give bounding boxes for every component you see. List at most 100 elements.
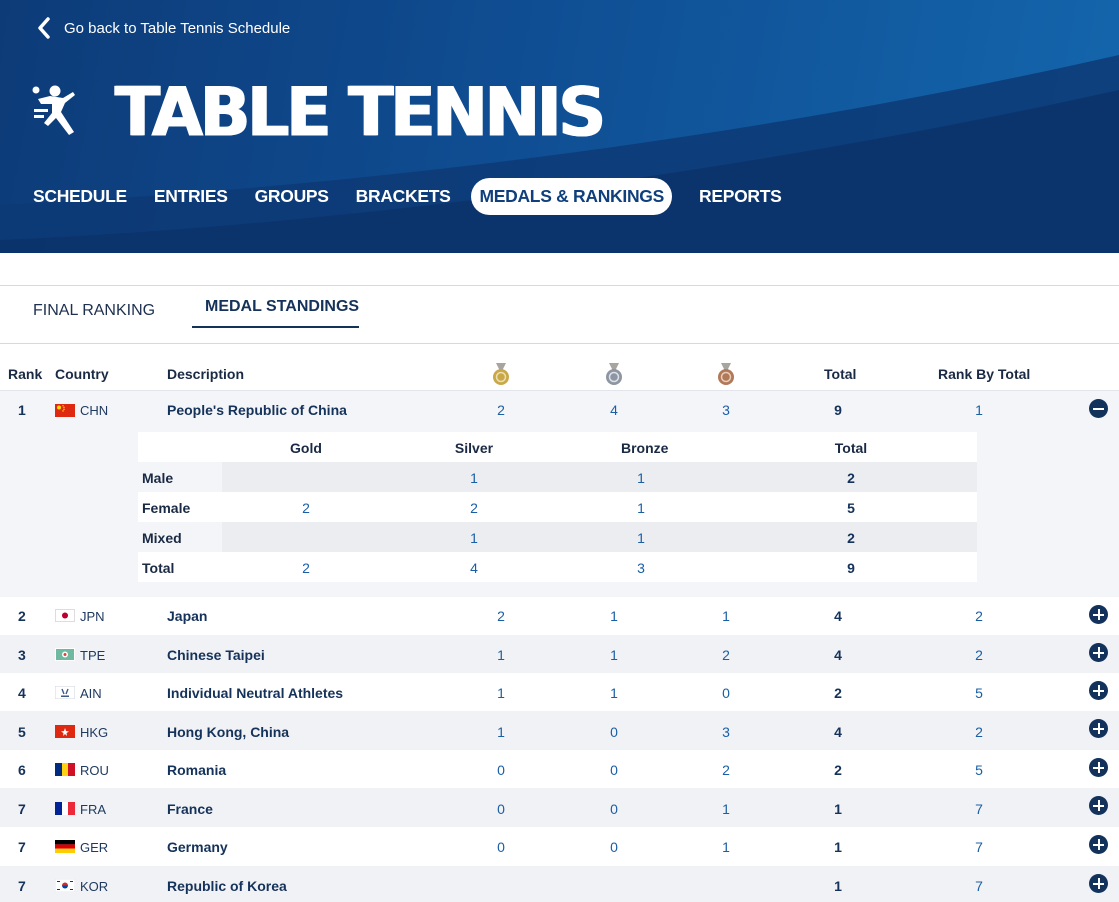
- row-rank-by-total: 7: [975, 801, 983, 817]
- table-row[interactable]: 7 FRA France 0 0 1 1 7: [0, 788, 1119, 827]
- breakdown-label: Male: [142, 470, 174, 486]
- expand-row-icon[interactable]: [1089, 835, 1108, 854]
- table-row[interactable]: 4 AIN Individual Neutral Athletes 1 1 0 …: [0, 673, 1119, 711]
- divider: [0, 285, 1119, 286]
- row-silver: 0: [610, 762, 618, 778]
- tab-medal-standings[interactable]: MEDAL STANDINGS: [205, 298, 359, 322]
- china-flag-icon: [55, 404, 75, 417]
- row-gold: 2: [497, 402, 505, 418]
- expand-row-icon[interactable]: [1089, 874, 1108, 893]
- expand-row-icon[interactable]: [1089, 605, 1108, 624]
- table-row[interactable]: 1 CHN People's Republic of China 2 4 3 9…: [0, 391, 1119, 429]
- row-total: 1: [834, 878, 842, 894]
- silver-medal-icon[interactable]: [604, 362, 624, 386]
- breakdown-bronze: 1: [637, 470, 645, 486]
- breakdown-header-row: Gold Silver Bronze Total: [138, 432, 977, 462]
- row-silver: 1: [610, 647, 618, 663]
- expand-row-icon[interactable]: [1089, 719, 1108, 738]
- row-total: 4: [834, 724, 842, 740]
- row-rank-by-total: 7: [975, 878, 983, 894]
- breakdown-total: 9: [847, 560, 855, 576]
- breakdown-total-row: Total 2 4 3 9: [138, 552, 977, 582]
- nav-medals-rankings[interactable]: MEDALS & RANKINGS: [471, 178, 672, 215]
- row-rank-by-total: 2: [975, 647, 983, 663]
- header-rank[interactable]: Rank: [8, 366, 42, 382]
- expand-row-icon[interactable]: [1089, 758, 1108, 777]
- sport-header: Go back to Table Tennis Schedule TABLE T…: [0, 0, 1119, 253]
- breakdown-label: Total: [142, 560, 175, 576]
- ain-flag-icon: [55, 686, 75, 699]
- medal-breakdown-table: Gold Silver Bronze Total Male 1 1 2 Fema…: [138, 432, 977, 584]
- header-rank-by-total[interactable]: Rank By Total: [938, 366, 1030, 382]
- row-description: Japan: [167, 608, 208, 624]
- gold-medal-icon[interactable]: [491, 362, 511, 386]
- table-row[interactable]: 2 JPN Japan 2 1 1 4 2: [0, 597, 1119, 635]
- row-rank-by-total: 7: [975, 839, 983, 855]
- collapse-row-icon[interactable]: [1089, 399, 1108, 418]
- nav-reports[interactable]: REPORTS: [699, 178, 782, 215]
- table-row[interactable]: 7 GER Germany 0 0 1 1 7: [0, 827, 1119, 866]
- table-row[interactable]: 3 TPE Chinese Taipei 1 1 2 4 2: [0, 635, 1119, 673]
- row-description: Individual Neutral Athletes: [167, 685, 344, 701]
- row-bronze: 1: [722, 839, 730, 855]
- row-total: 4: [834, 608, 842, 624]
- row-country-code: CHN: [80, 403, 109, 418]
- row-gold: 2: [497, 608, 505, 624]
- row-gold: 0: [497, 762, 505, 778]
- row-total: 4: [834, 647, 842, 663]
- breakdown-total: 2: [847, 530, 855, 546]
- table-row[interactable]: 7 KOR Republic of Korea 1 7: [0, 866, 1119, 902]
- back-to-schedule-link[interactable]: Go back to Table Tennis Schedule: [36, 16, 290, 40]
- expand-row-icon[interactable]: [1089, 681, 1108, 700]
- row-country-code: FRA: [80, 802, 106, 817]
- breakdown-label: Mixed: [142, 530, 182, 546]
- row-silver: 0: [610, 839, 618, 855]
- bronze-medal-icon[interactable]: [716, 362, 736, 386]
- breakdown-header-bronze: Bronze: [621, 440, 669, 456]
- nav-schedule[interactable]: SCHEDULE: [33, 178, 127, 215]
- row-gold: 0: [497, 801, 505, 817]
- breakdown-row: Male 1 1 2: [138, 462, 977, 492]
- sport-nav: SCHEDULE ENTRIES GROUPS BRACKETS MEDALS …: [33, 178, 808, 215]
- row-gold: 1: [497, 685, 505, 701]
- table-row[interactable]: 6 ROU Romania 0 0 2 2 5: [0, 750, 1119, 788]
- row-country-code: HKG: [80, 725, 109, 740]
- france-flag-icon: [55, 802, 75, 815]
- breakdown-total: 2: [847, 470, 855, 486]
- nav-entries[interactable]: ENTRIES: [154, 178, 228, 215]
- row-rank-by-total: 5: [975, 762, 983, 778]
- chevron-left-icon: [38, 17, 50, 39]
- row-bronze: 3: [722, 724, 730, 740]
- row-country-code: GER: [80, 840, 109, 855]
- row-bronze: 1: [722, 608, 730, 624]
- row-silver: 0: [610, 801, 618, 817]
- row-silver: 0: [610, 724, 618, 740]
- header-country[interactable]: Country: [55, 366, 109, 382]
- table-row[interactable]: 5 HKG Hong Kong, China 1 0 3 4 2: [0, 711, 1119, 750]
- row-total: 2: [834, 685, 842, 701]
- row-bronze: 3: [722, 402, 730, 418]
- row-country-code: JPN: [80, 609, 105, 624]
- row-rank-by-total: 5: [975, 685, 983, 701]
- breakdown-header-silver: Silver: [454, 440, 494, 456]
- row-gold: 1: [497, 647, 505, 663]
- row-rank: 4: [18, 685, 26, 701]
- row-rank: 6: [18, 762, 26, 778]
- breakdown-header-total: Total: [834, 440, 868, 456]
- nav-groups[interactable]: GROUPS: [255, 178, 329, 215]
- row-rank-by-total: 2: [975, 724, 983, 740]
- hong-kong-flag-icon: [55, 725, 75, 738]
- tab-final-ranking[interactable]: FINAL RANKING: [33, 302, 155, 326]
- expand-row-icon[interactable]: [1089, 643, 1108, 662]
- chinese-taipei-flag-icon: [55, 648, 75, 661]
- row-bronze: 0: [722, 685, 730, 701]
- header-description[interactable]: Description: [167, 366, 244, 382]
- breakdown-total: 5: [847, 500, 855, 516]
- row-total: 1: [834, 801, 842, 817]
- expand-row-icon[interactable]: [1089, 796, 1108, 815]
- nav-brackets[interactable]: BRACKETS: [356, 178, 451, 215]
- row-country-code: AIN: [80, 686, 102, 701]
- table-tennis-pictogram-icon: [32, 85, 75, 135]
- breakdown-silver: 1: [470, 470, 478, 486]
- header-total[interactable]: Total: [824, 366, 856, 382]
